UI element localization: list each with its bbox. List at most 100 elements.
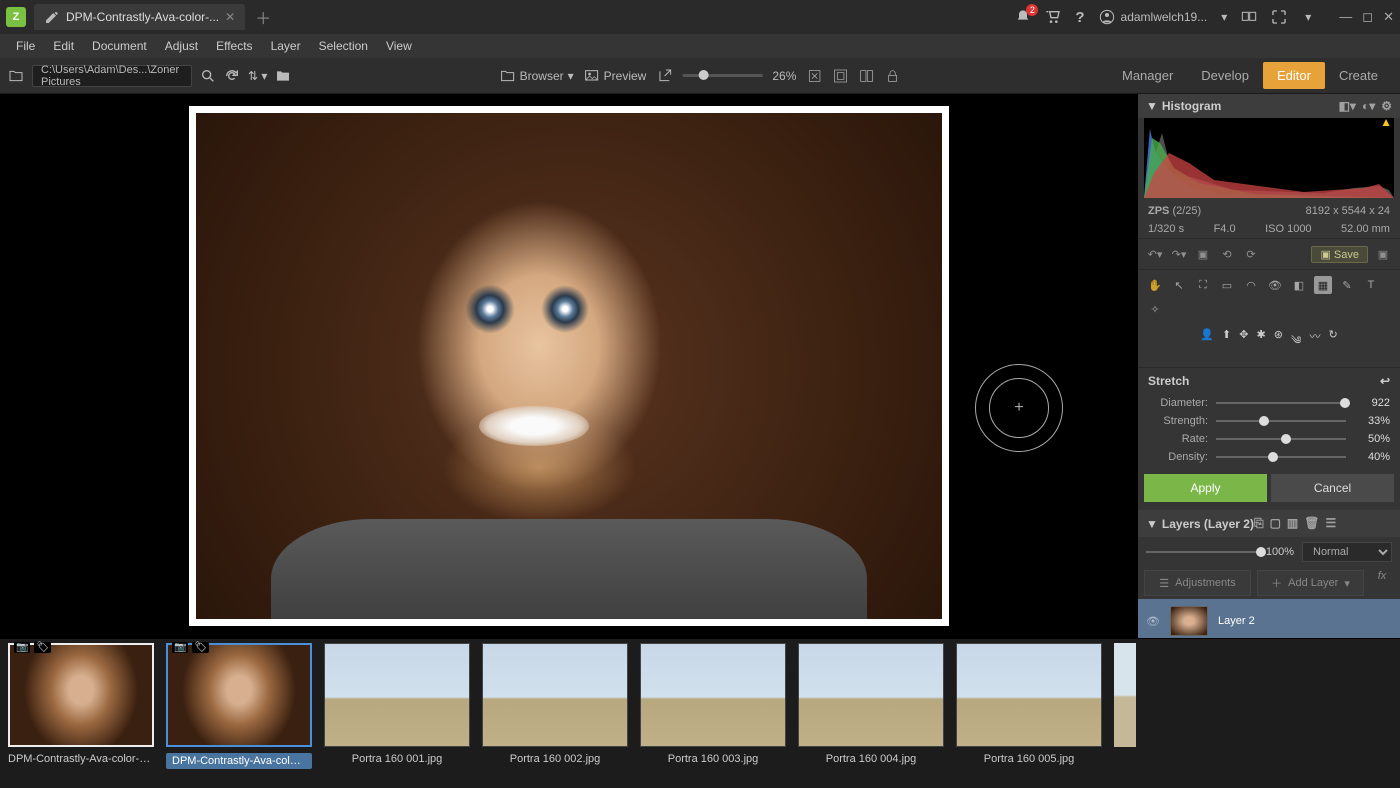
menu-selection[interactable]: Selection [311,36,376,56]
thumb-1[interactable]: 📷🏷 DPM-Contrastly-Ava-color-1.zps [166,643,312,769]
refresh-icon[interactable] [224,68,240,84]
density-slider[interactable] [1216,456,1346,458]
thumb-6[interactable]: Portra 160 005.jpg [956,643,1102,765]
select-tool-icon[interactable]: ▭ [1218,276,1236,294]
layer-menu-icon[interactable]: ☰ [1325,516,1336,531]
layer-copy-icon[interactable]: ⎘ [1254,516,1264,531]
push-tool-icon[interactable]: 👤 [1200,328,1214,359]
histogram-opt1-icon[interactable]: ◧▾ [1339,99,1356,113]
canvas[interactable]: + [0,94,1138,638]
lock-icon[interactable] [884,68,900,84]
search-icon[interactable] [200,68,216,84]
brush-tool-icon[interactable]: ✎ [1338,276,1356,294]
menu-edit[interactable]: Edit [45,36,82,56]
reset-tool-icon[interactable]: ↻ [1328,328,1337,359]
menu-document[interactable]: Document [84,36,155,56]
move-tool-icon[interactable]: ✥ [1239,328,1248,359]
preview-button[interactable]: Preview [584,68,647,84]
minimize-icon[interactable]: — [1339,9,1352,25]
histogram-header[interactable]: ▼ Histogram ◧▾ ◐▾ ⚙ [1138,94,1400,118]
menu-effects[interactable]: Effects [208,36,260,56]
mode-manager[interactable]: Manager [1108,62,1187,89]
clipping-warning-icon[interactable]: ▲ [1380,115,1392,129]
mode-create[interactable]: Create [1325,62,1392,89]
twirl-tool-icon[interactable]: ✱ [1256,328,1265,359]
shape-tool-icon[interactable]: ✧ [1146,300,1164,318]
fit-icon[interactable] [806,68,822,84]
menu-layer[interactable]: Layer [263,36,309,56]
thumb-4[interactable]: Portra 160 003.jpg [640,643,786,765]
reset-stretch-icon[interactable]: ↩ [1380,374,1390,388]
add-layer-button[interactable]: ＋ Add Layer ▾ [1257,570,1364,596]
lasso-tool-icon[interactable]: ◠ [1242,276,1260,294]
cart-icon[interactable] [1045,9,1061,25]
undo-icon[interactable]: ↶▾ [1146,245,1164,263]
fullscreen-icon[interactable] [1271,9,1287,25]
mode-editor[interactable]: Editor [1263,62,1325,89]
maximize-icon[interactable]: ◻ [1362,9,1373,25]
notifications-icon[interactable] [1015,9,1031,25]
layer-mask-icon[interactable]: ▢ [1270,516,1281,531]
browse-folder-icon[interactable] [275,68,291,84]
fx-button[interactable]: fx [1370,570,1394,596]
thumb-3[interactable]: Portra 160 002.jpg [482,643,628,765]
cancel-button[interactable]: Cancel [1271,474,1394,502]
gear-icon[interactable]: ⚙ [1381,99,1392,113]
rotate-right-icon[interactable]: ⟳ [1242,245,1260,263]
eye-tool-icon[interactable]: 👁 [1266,276,1284,294]
visibility-icon[interactable]: 👁 [1146,615,1160,628]
adjustments-button[interactable]: ☰ Adjustments [1144,570,1251,596]
close-tab-icon[interactable]: ✕ [225,10,235,24]
thumb-0[interactable]: 📷🏷 DPM-Contrastly-Ava-color-1.jpg [8,643,154,765]
dropdown-icon[interactable]: ▾ [1221,10,1227,24]
path-input[interactable]: C:\Users\Adam\Des...\Zoner Pictures [32,65,192,87]
thumb-2[interactable]: Portra 160 001.jpg [324,643,470,765]
apply-button[interactable]: Apply [1144,474,1267,502]
thumb-5[interactable]: Portra 160 004.jpg [798,643,944,765]
menu-adjust[interactable]: Adjust [157,36,206,56]
layer-delete-icon[interactable]: 🗑 [1304,516,1319,531]
menu-file[interactable]: File [8,36,43,56]
open-folder-icon[interactable] [8,68,24,84]
document-tab[interactable]: DPM-Contrastly-Ava-color-... ✕ [34,4,245,30]
compare-icon[interactable]: ▣ [1194,245,1212,263]
add-tab-button[interactable]: ＋ [255,5,271,29]
pucker-tool-icon[interactable]: ⊛ [1274,328,1283,359]
pointer-tool-icon[interactable]: ↖ [1170,276,1188,294]
filmstrip[interactable]: 📷🏷 DPM-Contrastly-Ava-color-1.jpg 📷🏷 DPM… [0,638,1400,788]
warp-tool-icon[interactable]: ⬆ [1222,328,1231,359]
external-icon[interactable] [656,68,672,84]
rate-slider[interactable] [1216,438,1346,440]
zoom-slider[interactable] [682,74,762,77]
histogram-opt2-icon[interactable]: ◐▾ [1362,99,1375,113]
sort-icon[interactable]: ⇅ ▾ [248,69,267,83]
thumb-peek[interactable] [1114,643,1136,747]
strength-slider[interactable] [1216,420,1346,422]
layer-group-icon[interactable]: ▥ [1287,516,1298,531]
mode-develop[interactable]: Develop [1187,62,1263,89]
diameter-slider[interactable] [1216,402,1346,404]
user-account[interactable]: adamlwelch19... [1099,9,1208,25]
browser-button[interactable]: Browser ▾ [500,68,574,84]
dual-screen-icon[interactable] [1241,9,1257,25]
stretch-cursor[interactable]: + [975,364,1063,452]
menu-view[interactable]: View [378,36,420,56]
liquify-tool-icon[interactable]: ▦ [1314,276,1332,294]
rotate-left-icon[interactable]: ⟲ [1218,245,1236,263]
save-button[interactable]: ▣ Save [1311,246,1368,263]
layers-header[interactable]: ▼ Layers (Layer 2) ⎘ ▢ ▥ 🗑 ☰ [1138,510,1400,537]
close-window-icon[interactable]: ✕ [1383,9,1394,25]
save-as-icon[interactable]: ▣ [1374,245,1392,263]
opacity-slider[interactable] [1146,551,1258,553]
smooth-tool-icon[interactable]: 〰 [1309,328,1320,359]
crop-tool-icon[interactable]: ⛶ [1194,276,1212,294]
blend-mode-select[interactable]: Normal [1302,542,1392,562]
split-icon[interactable] [858,68,874,84]
redo-icon[interactable]: ↷▾ [1170,245,1188,263]
swirl-tool-icon[interactable]: ༄ [1291,328,1302,359]
gradient-tool-icon[interactable]: ◧ [1290,276,1308,294]
layer-item-2[interactable]: 👁 Layer 2 [1138,599,1400,638]
help-icon[interactable]: ? [1075,9,1084,26]
fit-screen-icon[interactable] [832,68,848,84]
text-tool-icon[interactable]: T [1362,276,1380,294]
